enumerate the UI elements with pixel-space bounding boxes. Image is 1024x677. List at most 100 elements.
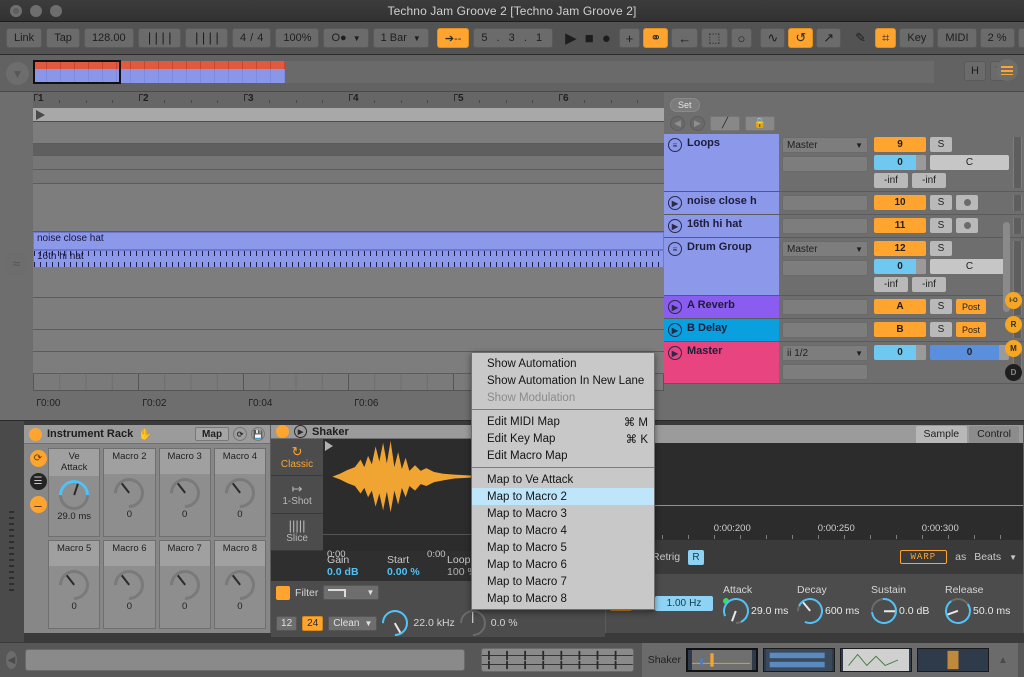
forward-arrow-icon[interactable]: ▶ — [690, 116, 705, 131]
punch-in-button[interactable]: ← — [671, 28, 698, 48]
retrig-button[interactable]: R — [688, 550, 704, 565]
post-button[interactable]: Post — [956, 322, 986, 337]
metronome-icon-b[interactable]: |||| — [185, 28, 228, 48]
macro-control-1[interactable]: VeAttack29.0 ms — [48, 448, 100, 537]
envelope-knob[interactable] — [723, 598, 749, 624]
show-chain-list-icon[interactable]: ☰ — [30, 473, 47, 490]
output-routing-chooser[interactable]: ii 1/2▼ — [782, 345, 868, 361]
groove-amount[interactable]: 100% — [275, 28, 319, 48]
device-chip-3[interactable] — [840, 648, 912, 672]
envelope-knob[interactable] — [945, 598, 971, 624]
tab-sample[interactable]: Sample — [916, 426, 968, 443]
macro-knob[interactable] — [59, 570, 89, 600]
chevron-down-icon[interactable]: ▼ — [855, 349, 863, 358]
chevron-down-icon[interactable]: ▼ — [366, 588, 374, 597]
keyboard-icon[interactable]: ⌗ — [875, 28, 896, 48]
track-number[interactable]: 11 — [874, 218, 926, 233]
macro-control-3[interactable]: Macro 30 — [159, 448, 211, 537]
volume-right[interactable]: -inf — [912, 277, 946, 292]
menu-item-edit-midi-map[interactable]: Edit MIDI Map⌘ M — [472, 413, 654, 430]
routing-sub-chooser[interactable] — [782, 260, 868, 276]
play-icon[interactable]: ▶ — [668, 346, 682, 360]
play-icon[interactable]: ▶ — [668, 219, 682, 233]
envelope-knob[interactable] — [871, 598, 897, 624]
envelope-release[interactable]: Release50.0 ms — [945, 584, 1019, 624]
macro-knob[interactable] — [170, 570, 200, 600]
macro-control-7[interactable]: Macro 70 — [159, 540, 211, 629]
routing-sub-chooser[interactable] — [782, 156, 868, 172]
solo-button[interactable]: S — [930, 218, 952, 233]
pan-center-label[interactable]: C — [930, 259, 1009, 274]
chevron-down-icon[interactable]: ▼ — [1009, 553, 1017, 562]
envelope-value[interactable]: 0.0 dB — [899, 605, 929, 617]
pan-value[interactable]: 0 — [874, 259, 926, 274]
macro-control-8[interactable]: Macro 80 — [214, 540, 266, 629]
track-row[interactable]: ▶A ReverbASPost — [664, 296, 1024, 319]
overview-collapse-icon[interactable]: ▼ — [6, 62, 29, 85]
envelope-value[interactable]: 50.0 ms — [973, 605, 1010, 617]
resonance-knob[interactable] — [460, 610, 486, 636]
envelope-knob[interactable] — [797, 598, 823, 624]
param-value[interactable]: 0.0 dB — [327, 566, 387, 578]
save-preset-icon[interactable]: 💾 — [251, 427, 265, 441]
menu-item-map-to-macro-3[interactable]: Map to Macro 3 — [472, 505, 654, 522]
mixer-section-io-button[interactable]: I-O — [1005, 292, 1022, 309]
pan-center-label[interactable]: C — [930, 155, 1009, 170]
maximize-icon[interactable] — [50, 5, 62, 17]
device-sample-panel[interactable]: SampleControl 0:00:1500:00:2000:00:2500:… — [606, 425, 1024, 633]
solo-button[interactable]: S — [930, 322, 952, 337]
output-routing-chooser[interactable] — [782, 299, 868, 315]
mixer-section-m-button[interactable]: M — [1005, 340, 1022, 357]
track-row[interactable]: ▶16th hi hat11S — [664, 215, 1024, 238]
filter-circuit-chooser[interactable]: Clean ▼ — [328, 616, 377, 631]
track-row[interactable]: ▶B DelayBSPost — [664, 319, 1024, 342]
sample-display[interactable]: 0:00:1500:00:2000:00:2500:00:300 — [606, 443, 1023, 540]
play-icon[interactable]: ▶ — [668, 300, 682, 314]
position-display[interactable]: 5 . 3 . 1 — [473, 28, 553, 48]
macro-knob[interactable] — [59, 480, 89, 510]
slope-12-button[interactable]: 12 — [276, 616, 297, 631]
envelope-attack[interactable]: Attack29.0 ms — [723, 584, 797, 624]
overdub-button[interactable]: ○ — [731, 28, 753, 48]
device-activator-icon[interactable] — [276, 425, 289, 438]
routing-sub-chooser[interactable] — [782, 364, 868, 380]
status-prev-icon[interactable]: ◀ — [6, 651, 17, 669]
status-waveform-preview[interactable] — [481, 648, 634, 672]
device-chip-selected[interactable] — [686, 648, 758, 672]
track-header[interactable]: ▶Master — [664, 342, 779, 383]
lane-loops-a[interactable] — [33, 122, 664, 144]
automation-pencil-icon[interactable]: ╱ — [710, 116, 740, 131]
filter-enable-icon[interactable] — [276, 586, 290, 600]
bar-ruler[interactable]: 123456 — [33, 92, 664, 108]
arm-record-button[interactable] — [956, 218, 978, 233]
menu-item-edit-macro-map[interactable]: Edit Macro Map — [472, 447, 654, 464]
track-header[interactable]: ≡Drum Group — [664, 238, 779, 295]
output-routing-chooser[interactable] — [782, 322, 868, 338]
lane-drumgroup-a[interactable] — [33, 268, 664, 298]
draw-mode-button[interactable]: ⬚ — [701, 28, 727, 48]
macro-control-5[interactable]: Macro 50 — [48, 540, 100, 629]
context-menu[interactable]: Show AutomationShow Automation In New La… — [471, 352, 655, 610]
time-signature[interactable]: 4 / 4 — [232, 28, 271, 48]
menu-item-show-automation[interactable]: Show Automation — [472, 355, 654, 372]
tempo-field[interactable]: 128.00 — [84, 28, 134, 48]
status-next-icon[interactable]: ▲ — [994, 651, 1012, 669]
lane-drumgroup-b[interactable] — [33, 298, 664, 330]
master-volume[interactable]: 0 — [930, 345, 1009, 360]
follow-button[interactable]: ➔-- — [437, 28, 470, 48]
chevron-down-icon[interactable]: ▼ — [353, 34, 361, 43]
punch-toggle[interactable]: O● ▼ — [323, 28, 368, 48]
track-row[interactable]: ≡Drum GroupMaster▼12S0C-inf-inf — [664, 238, 1024, 296]
track-number[interactable]: 9 — [874, 137, 926, 152]
quantization-chooser[interactable]: 1 Bar ▼ — [373, 28, 429, 48]
hot-swap-icon[interactable]: ⟳ — [233, 427, 247, 441]
play-icon[interactable]: ▶ — [668, 323, 682, 337]
back-arrow-icon[interactable]: ◀ — [670, 116, 685, 131]
window-controls[interactable] — [10, 5, 62, 17]
lane-loops-e[interactable] — [33, 184, 664, 232]
param-value[interactable]: 0.00 % — [387, 566, 447, 578]
macro-knob[interactable] — [225, 478, 255, 508]
capture-midi-button[interactable]: + — [619, 28, 641, 48]
pencil-icon[interactable]: ✎ — [849, 28, 872, 48]
record-button[interactable]: ● — [602, 31, 611, 46]
